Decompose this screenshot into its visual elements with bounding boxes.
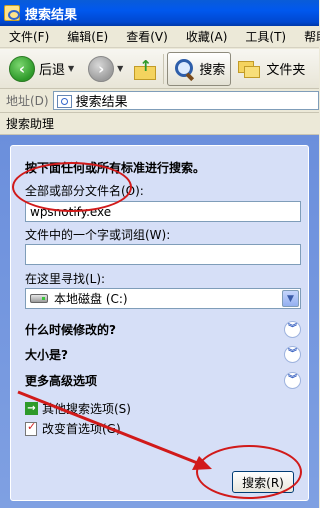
toolbar-separator xyxy=(163,53,165,84)
double-chevron-down-icon[interactable]: ︾ xyxy=(284,345,301,363)
forward-dropdown-icon[interactable]: ▼ xyxy=(117,64,123,73)
search-window-icon xyxy=(4,5,20,21)
search-submit-button[interactable]: 搜索(R) xyxy=(232,471,294,493)
double-chevron-down-icon[interactable]: ︾ xyxy=(284,320,301,338)
menu-view[interactable]: 查看(V) xyxy=(117,28,177,45)
folders-icon xyxy=(238,59,262,79)
address-value: 搜索结果 xyxy=(75,95,128,110)
change-preferences-label: 改变首选项(G) xyxy=(42,422,121,436)
search-results-icon xyxy=(56,94,72,108)
search-icon xyxy=(173,58,195,80)
title-bar: 搜索结果 xyxy=(0,0,319,26)
menu-tools[interactable]: 工具(T) xyxy=(236,28,295,45)
menu-help[interactable]: 帮助 xyxy=(295,28,320,45)
pane-title: 搜索助理 xyxy=(6,117,55,131)
checklist-icon xyxy=(25,420,37,436)
window-title: 搜索结果 xyxy=(25,7,78,23)
lookin-label: 在这里寻找(L): xyxy=(25,272,106,286)
search-pane: 按下面任何或所有标准进行搜索。 全部或部分文件名(O): wpsnotify.e… xyxy=(0,135,319,508)
back-arrow-icon: ‹ xyxy=(9,55,35,82)
advanced-options-label: 更多高级选项 xyxy=(25,373,98,388)
menu-bar: 文件(F) 编辑(E) 查看(V) 收藏(A) 工具(T) 帮助 xyxy=(0,26,320,48)
folders-button[interactable]: 文件夹 xyxy=(235,52,308,86)
up-folder-button[interactable]: ↑ xyxy=(130,52,160,86)
size-expander[interactable]: 大小是? ︾ xyxy=(25,344,301,364)
filename-value: wpsnotify.exe xyxy=(30,204,112,219)
search-instructions: 按下面任何或所有标准进行搜索。 xyxy=(25,161,206,175)
address-label: 地址(D) xyxy=(6,94,49,108)
back-button[interactable]: ‹ 后退 ▼ xyxy=(6,52,77,86)
forward-arrow-icon: › xyxy=(88,55,115,82)
phrase-input[interactable] xyxy=(25,244,301,265)
filename-input[interactable]: wpsnotify.exe xyxy=(25,201,301,222)
phrase-label: 文件中的一个字或词组(W): xyxy=(25,228,171,242)
menu-favorites[interactable]: 收藏(A) xyxy=(177,28,237,45)
up-folder-icon: ↑ xyxy=(133,57,157,81)
address-input[interactable]: 搜索结果 xyxy=(52,91,319,110)
other-search-options-link[interactable]: → 其他搜索选项(S) xyxy=(25,400,131,417)
search-companion-header: 搜索助理 xyxy=(0,113,319,135)
lookin-select[interactable]: 本地磁盘 (C:) ▼ xyxy=(25,288,301,309)
size-label: 大小是? xyxy=(25,347,68,362)
lookin-value: 本地磁盘 (C:) xyxy=(54,292,128,306)
folders-label: 文件夹 xyxy=(266,63,306,78)
back-dropdown-icon[interactable]: ▼ xyxy=(68,64,74,73)
filename-label: 全部或部分文件名(O): xyxy=(25,184,144,198)
address-bar: 地址(D) 搜索结果 xyxy=(0,89,319,113)
menu-file[interactable]: 文件(F) xyxy=(0,28,58,45)
search-toolbar-button[interactable]: 搜索 xyxy=(167,51,232,86)
other-search-options-label: 其他搜索选项(S) xyxy=(42,402,131,416)
search-panel: 按下面任何或所有标准进行搜索。 全部或部分文件名(O): wpsnotify.e… xyxy=(10,145,309,501)
double-chevron-down-icon[interactable]: ︾ xyxy=(284,371,301,389)
advanced-options-expander[interactable]: 更多高级选项 ︾ xyxy=(25,370,301,390)
chevron-down-icon[interactable]: ▼ xyxy=(282,290,299,307)
green-arrow-icon: → xyxy=(25,402,38,415)
search-toolbar-label: 搜索 xyxy=(199,63,226,78)
change-preferences-link[interactable]: 改变首选项(G) xyxy=(25,420,121,437)
when-modified-label: 什么时候修改的? xyxy=(25,322,116,337)
when-modified-expander[interactable]: 什么时候修改的? ︾ xyxy=(25,319,301,339)
back-label: 后退 xyxy=(39,63,66,78)
search-submit-label: 搜索(R) xyxy=(242,475,284,490)
menu-edit[interactable]: 编辑(E) xyxy=(58,28,117,45)
forward-button[interactable]: › ▼ xyxy=(85,52,126,86)
hard-drive-icon xyxy=(30,294,48,303)
toolbar: ‹ 后退 ▼ › ▼ ↑ 搜索 文件夹 xyxy=(0,49,319,89)
